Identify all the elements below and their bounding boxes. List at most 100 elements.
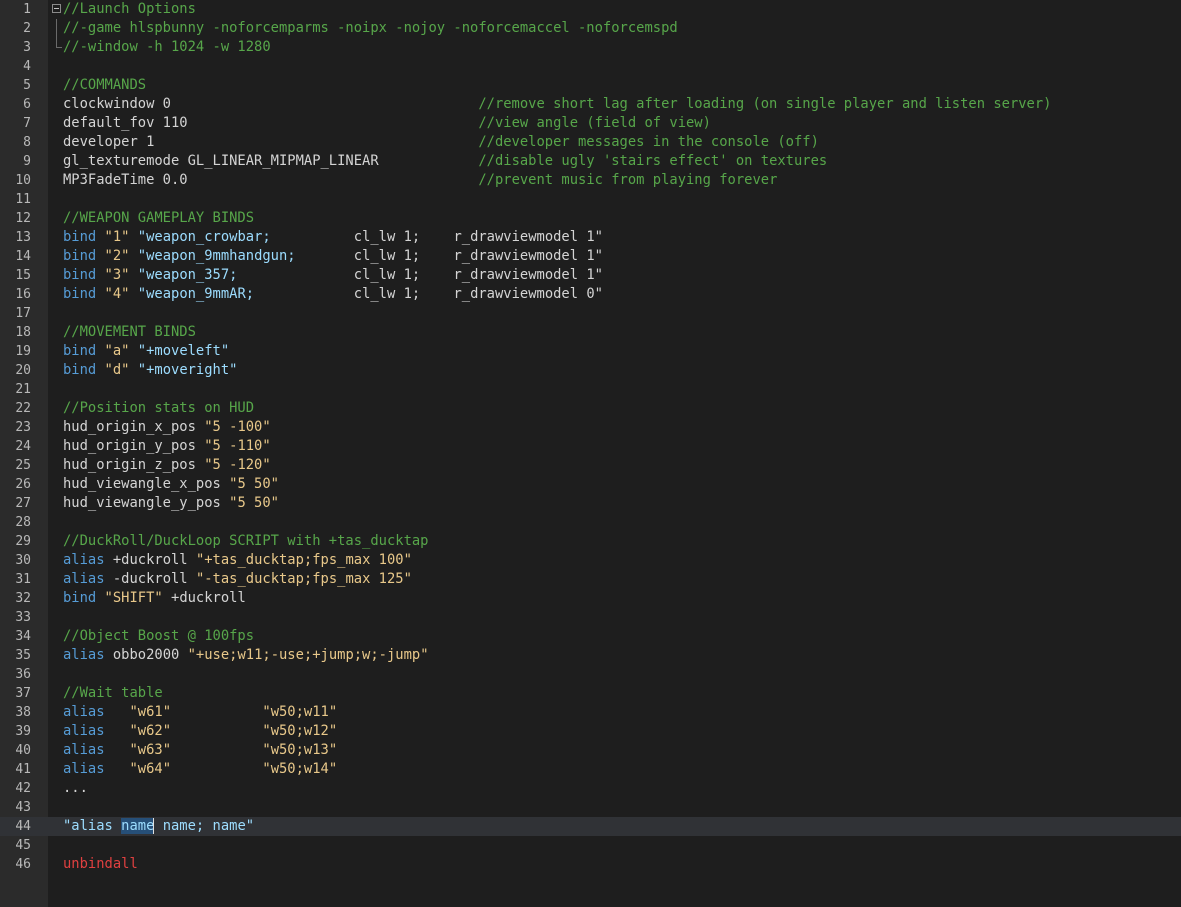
- line-content[interactable]: //COMMANDS: [63, 76, 146, 95]
- line-content[interactable]: //-game hlspbunny -noforcemparms -noipx …: [63, 19, 678, 38]
- code-line[interactable]: 27 hud_viewangle_y_pos "5 50": [0, 494, 1181, 513]
- code-line[interactable]: 25 hud_origin_z_pos "5 -120": [0, 456, 1181, 475]
- code-lines[interactable]: 1 //Launch Options 2 //-game hlspbunny -nof…: [0, 0, 1181, 874]
- line-content[interactable]: bind "SHIFT" +duckroll: [63, 589, 246, 608]
- token: unbindall: [63, 856, 138, 872]
- token: clockwindow 0: [63, 96, 171, 112]
- code-line[interactable]: 18 //MOVEMENT BINDS: [0, 323, 1181, 342]
- code-line[interactable]: 42...: [0, 779, 1181, 798]
- line-content[interactable]: hud_origin_y_pos "5 -110": [63, 437, 271, 456]
- code-line[interactable]: 21: [0, 380, 1181, 399]
- code-line[interactable]: 13 bind "1" "weapon_crowbar; cl_lw 1; r_d…: [0, 228, 1181, 247]
- token: "5 -100": [204, 419, 271, 435]
- code-line[interactable]: 1 //Launch Options: [0, 0, 1181, 19]
- code-line[interactable]: 16 bind "4" "weapon_9mmAR; cl_lw 1; r_dra…: [0, 285, 1181, 304]
- line-content[interactable]: //-window -h 1024 -w 1280: [63, 38, 271, 57]
- code-line[interactable]: 2 //-game hlspbunny -noforcemparms -noipx…: [0, 19, 1181, 38]
- code-line[interactable]: 40 alias "w63" "w50;w13": [0, 741, 1181, 760]
- code-line[interactable]: 32 bind "SHIFT" +duckroll: [0, 589, 1181, 608]
- line-content[interactable]: bind "1" "weapon_crowbar; cl_lw 1; r_dra…: [63, 228, 603, 247]
- line-number: 5: [23, 78, 31, 93]
- line-content[interactable]: hud_origin_z_pos "5 -120": [63, 456, 271, 475]
- code-line[interactable]: 11: [0, 190, 1181, 209]
- code-line[interactable]: 4: [0, 57, 1181, 76]
- code-line[interactable]: 3 //-window -h 1024 -w 1280: [0, 38, 1181, 57]
- code-line[interactable]: 9 gl_texturemode GL_LINEAR_MIPMAP_LINEAR …: [0, 152, 1181, 171]
- code-editor[interactable]: 1 //Launch Options 2 //-game hlspbunny -nof…: [0, 0, 1181, 907]
- line-content[interactable]: //WEAPON GAMEPLAY BINDS: [63, 209, 254, 228]
- code-line[interactable]: 10 MP3FadeTime 0.0 //prevent music from p…: [0, 171, 1181, 190]
- line-content[interactable]: hud_viewangle_x_pos "5 50": [63, 475, 279, 494]
- code-line[interactable]: 19 bind "a" "+moveleft": [0, 342, 1181, 361]
- code-line[interactable]: 37 //Wait table: [0, 684, 1181, 703]
- token: +duckroll: [171, 590, 246, 606]
- code-line[interactable]: 23 hud_origin_x_pos "5 -100": [0, 418, 1181, 437]
- code-line[interactable]: 34 //Object Boost @ 100fps: [0, 627, 1181, 646]
- code-line[interactable]: 45: [0, 836, 1181, 855]
- code-line[interactable]: 20 bind "d" "+moveright": [0, 361, 1181, 380]
- line-content[interactable]: //Position stats on HUD: [63, 399, 254, 418]
- code-line[interactable]: 17: [0, 304, 1181, 323]
- line-content[interactable]: alias "w61" "w50;w11": [63, 703, 337, 722]
- code-line[interactable]: 41 alias "w64" "w50;w14": [0, 760, 1181, 779]
- line-content[interactable]: ...: [63, 779, 88, 798]
- code-line[interactable]: 22 //Position stats on HUD: [0, 399, 1181, 418]
- line-content[interactable]: developer 1 //developer messages in the …: [63, 133, 819, 152]
- code-line[interactable]: 35 alias obbo2000 "+use;w11;-use;+jump;w;…: [0, 646, 1181, 665]
- code-line[interactable]: 5 //COMMANDS: [0, 76, 1181, 95]
- line-content[interactable]: unbindall: [63, 855, 138, 874]
- token: "d": [104, 362, 130, 378]
- line-content[interactable]: hud_origin_x_pos "5 -100": [63, 418, 271, 437]
- line-content[interactable]: bind "4" "weapon_9mmAR; cl_lw 1; r_drawv…: [63, 285, 603, 304]
- line-content[interactable]: //DuckRoll/DuckLoop SCRIPT with +tas_duc…: [63, 532, 428, 551]
- code-line[interactable]: 39 alias "w62" "w50;w12": [0, 722, 1181, 741]
- line-content[interactable]: alias "w63" "w50;w13": [63, 741, 337, 760]
- line-number: 31: [15, 572, 31, 587]
- token: //developer messages in the console (off…: [478, 134, 819, 150]
- line-content[interactable]: bind "3" "weapon_357; cl_lw 1; r_drawvie…: [63, 266, 603, 285]
- line-content[interactable]: alias "w62" "w50;w12": [63, 722, 337, 741]
- line-content[interactable]: clockwindow 0 //remove short lag after l…: [63, 95, 1051, 114]
- code-line[interactable]: 30 alias +duckroll "+tas_ducktap;fps_max …: [0, 551, 1181, 570]
- line-content[interactable]: //MOVEMENT BINDS: [63, 323, 196, 342]
- code-line[interactable]: 6 clockwindow 0 //remove short lag after …: [0, 95, 1181, 114]
- code-line[interactable]: 15 bind "3" "weapon_357; cl_lw 1; r_drawv…: [0, 266, 1181, 285]
- line-content[interactable]: alias obbo2000 "+use;w11;-use;+jump;w;-j…: [63, 646, 429, 665]
- code-line[interactable]: 36: [0, 665, 1181, 684]
- line-number: 15: [15, 268, 31, 283]
- line-content[interactable]: bind "2" "weapon_9mmhandgun; cl_lw 1; r_…: [63, 247, 603, 266]
- line-content[interactable]: MP3FadeTime 0.0 //prevent music from pla…: [63, 171, 777, 190]
- code-line[interactable]: 43: [0, 798, 1181, 817]
- code-line[interactable]: 14 bind "2" "weapon_9mmhandgun; cl_lw 1; …: [0, 247, 1181, 266]
- line-content[interactable]: alias -duckroll "-tas_ducktap;fps_max 12…: [63, 570, 412, 589]
- line-content[interactable]: alias +duckroll "+tas_ducktap;fps_max 10…: [63, 551, 412, 570]
- line-content[interactable]: //Object Boost @ 100fps: [63, 627, 254, 646]
- code-line[interactable]: 38 alias "w61" "w50;w11": [0, 703, 1181, 722]
- line-content[interactable]: default_fov 110 //view angle (field of v…: [63, 114, 711, 133]
- line-content[interactable]: hud_viewangle_y_pos "5 50": [63, 494, 279, 513]
- code-line[interactable]: 28: [0, 513, 1181, 532]
- line-number: 27: [15, 496, 31, 511]
- code-line[interactable]: 33: [0, 608, 1181, 627]
- line-number: 28: [15, 515, 31, 530]
- line-content[interactable]: bind "a" "+moveleft": [63, 342, 229, 361]
- code-line[interactable]: 8 developer 1 //developer messages in the…: [0, 133, 1181, 152]
- line-content[interactable]: "alias name name; name": [63, 817, 254, 836]
- line-content[interactable]: gl_texturemode GL_LINEAR_MIPMAP_LINEAR /…: [63, 152, 827, 171]
- code-line[interactable]: 46 unbindall: [0, 855, 1181, 874]
- token: r_drawviewmodel 1": [453, 229, 603, 245]
- code-line[interactable]: 31 alias -duckroll "-tas_ducktap;fps_max …: [0, 570, 1181, 589]
- line-content[interactable]: //Launch Options: [63, 0, 196, 19]
- code-line[interactable]: 12 //WEAPON GAMEPLAY BINDS: [0, 209, 1181, 228]
- code-line[interactable]: 24 hud_origin_y_pos "5 -110": [0, 437, 1181, 456]
- code-line[interactable]: 7 default_fov 110 //view angle (field of …: [0, 114, 1181, 133]
- line-content[interactable]: alias "w64" "w50;w14": [63, 760, 337, 779]
- code-line[interactable]: 26 hud_viewangle_x_pos "5 50": [0, 475, 1181, 494]
- line-content[interactable]: //Wait table: [63, 684, 163, 703]
- code-line[interactable]: 29 //DuckRoll/DuckLoop SCRIPT with +tas_d…: [0, 532, 1181, 551]
- token: "5 -110": [204, 438, 271, 454]
- line-content[interactable]: bind "d" "+moveright": [63, 361, 237, 380]
- code-line[interactable]: 44 "alias name name; name": [0, 817, 1181, 836]
